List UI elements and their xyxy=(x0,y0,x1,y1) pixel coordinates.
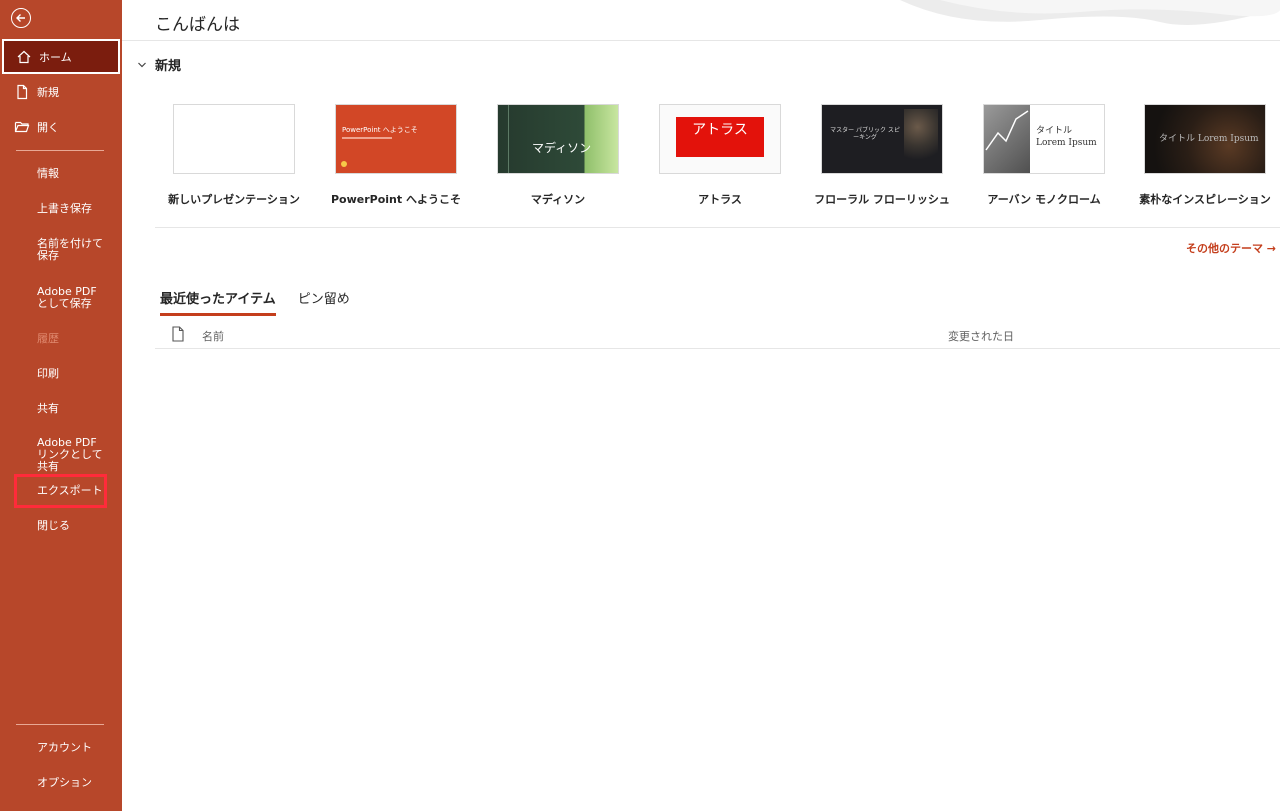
template-welcome[interactable]: PowerPoint へようこそ PowerPoint へようこそ xyxy=(331,104,461,206)
nav-options[interactable]: オプション xyxy=(37,777,111,789)
nav-new-label: 新規 xyxy=(37,85,59,99)
tab-recent[interactable]: 最近使ったアイテム xyxy=(160,288,276,316)
header-divider xyxy=(122,40,1280,41)
nav-open[interactable]: 開く xyxy=(0,109,122,144)
nav-share[interactable]: 共有 xyxy=(37,403,111,415)
nav-history: 履歴 xyxy=(37,332,59,345)
column-name[interactable]: 名前 xyxy=(202,328,224,344)
thumb-title: タイトル Lorem Ipsum xyxy=(1036,126,1097,148)
thumb-title: マディソン xyxy=(532,141,592,155)
new-section-header[interactable]: 新規 xyxy=(137,55,181,74)
backstage-sidebar: ホーム 新規 開く 情報 上書き保存 名前を付けて保存 Adobe PDF とし… xyxy=(0,0,122,811)
template-label: PowerPoint へようこそ xyxy=(331,193,461,206)
nav-share-adobe-pdf-link[interactable]: Adobe PDF リンクとして共有 xyxy=(37,437,111,473)
thumb-dot xyxy=(341,161,347,167)
more-themes-link[interactable]: その他のテーマ → xyxy=(1186,240,1276,256)
file-list-tabs: 最近使ったアイテム ピン留め xyxy=(160,288,372,316)
open-folder-icon xyxy=(14,121,30,132)
template-thumbnail: マスター パブリック スピーキング xyxy=(821,104,943,174)
nav-info[interactable]: 情報 xyxy=(37,168,111,180)
sidebar-divider-bottom xyxy=(16,724,104,725)
template-floral[interactable]: マスター パブリック スピーキング フローラル フローリッシュ xyxy=(814,104,950,206)
nav-account[interactable]: アカウント xyxy=(37,742,111,754)
nav-new[interactable]: 新規 xyxy=(0,74,122,109)
back-button[interactable] xyxy=(11,8,31,28)
nav-save-adobe-pdf[interactable]: Adobe PDF として保存 xyxy=(37,286,111,310)
template-madison[interactable]: マディソン マディソン xyxy=(497,104,619,206)
template-label: アトラス xyxy=(698,193,742,206)
nav-close[interactable]: 閉じる xyxy=(37,520,111,532)
thumb-title: アトラス xyxy=(692,122,748,138)
thumb-title: マスター パブリック スピーキング xyxy=(830,127,900,141)
file-type-icon xyxy=(172,326,184,342)
template-thumbnail xyxy=(173,104,295,174)
primary-nav: ホーム 新規 開く xyxy=(0,39,122,144)
template-thumbnail: タイトル Lorem Ipsum xyxy=(1144,104,1266,174)
column-modified[interactable]: 変更された日 xyxy=(948,328,1014,344)
file-list-header: 名前 変更された日 xyxy=(155,324,1280,349)
nav-save-as[interactable]: 名前を付けて保存 xyxy=(37,238,111,262)
nav-home[interactable]: ホーム xyxy=(2,39,120,74)
template-blank[interactable]: 新しいプレゼンテーション xyxy=(168,104,300,206)
thumb-title: PowerPoint へようこそ xyxy=(342,126,418,134)
thumb-line xyxy=(508,105,509,173)
nav-print[interactable]: 印刷 xyxy=(37,368,111,380)
thumb-title: タイトル Lorem Ipsum xyxy=(1159,134,1259,144)
nav-home-label: ホーム xyxy=(39,50,72,64)
template-urban-mono[interactable]: タイトル Lorem Ipsum アーバン モノクローム xyxy=(983,104,1105,206)
template-atlas[interactable]: アトラス アトラス xyxy=(659,104,781,206)
template-thumbnail: マディソン xyxy=(497,104,619,174)
chevron-down-icon xyxy=(138,62,146,67)
tab-pinned[interactable]: ピン留め xyxy=(298,288,350,316)
template-label: 新しいプレゼンテーション xyxy=(168,193,300,206)
template-label: フローラル フローリッシュ xyxy=(814,193,950,206)
template-label: 素朴なインスピレーション xyxy=(1139,193,1271,206)
template-thumbnail: アトラス xyxy=(659,104,781,174)
home-icon xyxy=(17,50,31,63)
template-thumbnail: タイトル Lorem Ipsum xyxy=(983,104,1105,174)
thumb-subtitle-line xyxy=(342,137,392,139)
nav-save[interactable]: 上書き保存 xyxy=(37,203,111,215)
template-rustic[interactable]: タイトル Lorem Ipsum 素朴なインスピレーション xyxy=(1139,104,1271,206)
header-decoration xyxy=(900,0,1280,25)
thumb-flowers xyxy=(904,109,938,169)
sidebar-divider xyxy=(16,150,104,151)
export-highlight-box xyxy=(14,474,107,508)
nav-open-label: 開く xyxy=(37,120,59,134)
templates-divider xyxy=(155,227,1280,228)
thumb-line-art xyxy=(985,110,1029,151)
page-greeting: こんばんは xyxy=(155,15,240,35)
template-thumbnail: PowerPoint へようこそ xyxy=(335,104,457,174)
new-section-title: 新規 xyxy=(155,59,182,74)
back-arrow-icon xyxy=(16,14,25,22)
template-label: マディソン xyxy=(530,193,586,206)
template-label: アーバン モノクローム xyxy=(987,193,1101,206)
new-file-icon xyxy=(17,84,28,99)
